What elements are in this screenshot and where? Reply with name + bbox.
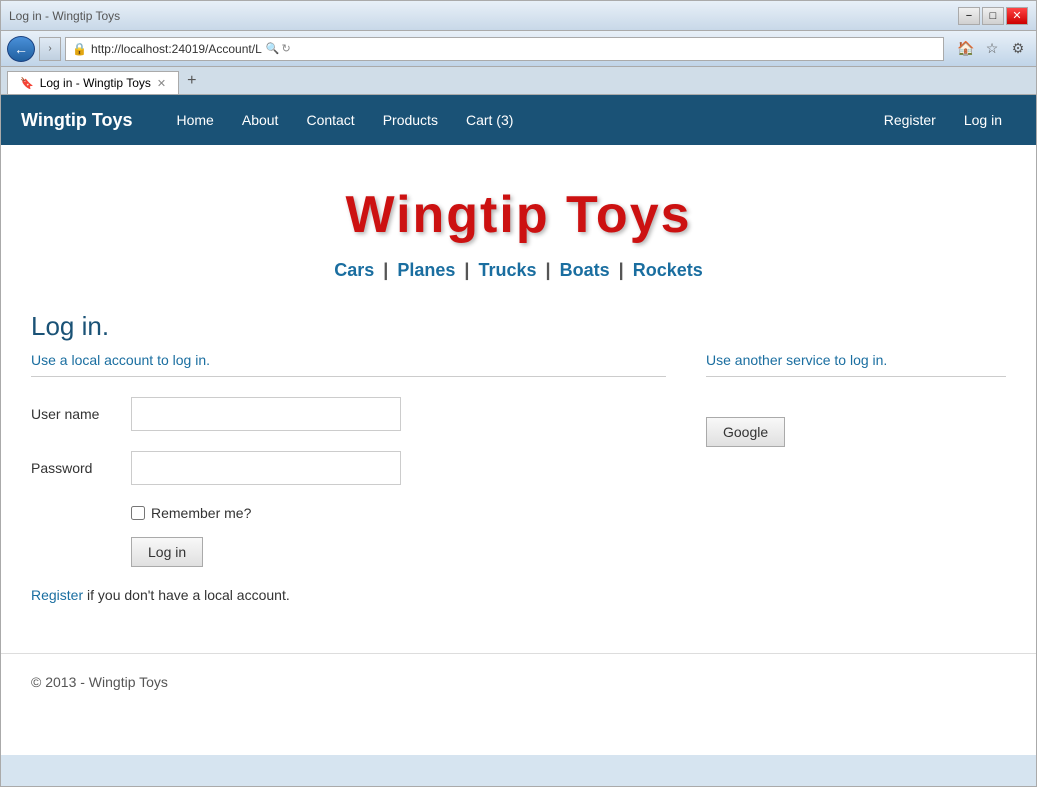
register-link[interactable]: Register [31, 587, 83, 603]
forward-button[interactable]: › [39, 37, 61, 61]
maximize-button[interactable]: □ [982, 7, 1004, 25]
window-title: Log in - Wingtip Toys [9, 9, 120, 23]
close-button[interactable]: ✕ [1006, 7, 1028, 25]
nav-register[interactable]: Register [870, 97, 950, 143]
back-button[interactable]: ← [7, 36, 35, 62]
title-bar: Log in - Wingtip Toys − □ ✕ [1, 1, 1036, 31]
sep-4: | [619, 260, 624, 280]
nav-products[interactable]: Products [369, 97, 452, 143]
settings-icon[interactable]: ⚙ [1006, 37, 1030, 61]
google-button[interactable]: Google [706, 417, 785, 447]
refresh-icon[interactable]: ↻ [281, 42, 290, 55]
remember-checkbox[interactable] [131, 506, 145, 520]
nav-contact[interactable]: Contact [292, 97, 368, 143]
nav-login[interactable]: Log in [950, 97, 1016, 143]
home-icon[interactable]: 🏠 [954, 37, 978, 61]
hero-title: Wingtip Toys [31, 185, 1006, 245]
category-trucks[interactable]: Trucks [478, 260, 536, 280]
search-icon: 🔍 [266, 42, 280, 55]
category-boats[interactable]: Boats [560, 260, 610, 280]
tab-close-button[interactable]: ✕ [157, 77, 166, 90]
register-row: Register if you don't have a local accou… [31, 587, 666, 603]
login-button[interactable]: Log in [131, 537, 203, 567]
external-login-section: Use another service to log in. Google [706, 352, 1006, 603]
site-nav: Wingtip Toys Home About Contact Products… [1, 95, 1036, 145]
service-divider [706, 376, 1006, 377]
site-brand[interactable]: Wingtip Toys [21, 110, 133, 131]
service-label: Use another service to log in. [706, 352, 1006, 368]
password-input[interactable] [131, 451, 401, 485]
tab-bar: 🔖 Log in - Wingtip Toys ✕ + [1, 67, 1036, 95]
page-content: Wingtip Toys Home About Contact Products… [1, 95, 1036, 755]
page-heading: Log in. [31, 311, 1006, 342]
tab-title: Log in - Wingtip Toys [40, 76, 151, 90]
local-divider [31, 376, 666, 377]
register-text: if you don't have a local account. [87, 587, 290, 603]
category-planes[interactable]: Planes [397, 260, 455, 280]
nav-bar: ← › 🔒 http://localhost:24019/Account/L 🔍… [1, 31, 1036, 67]
active-tab[interactable]: 🔖 Log in - Wingtip Toys ✕ [7, 71, 179, 94]
nav-about[interactable]: About [228, 97, 293, 143]
sep-2: | [464, 260, 469, 280]
minimize-button[interactable]: − [958, 7, 980, 25]
category-rockets[interactable]: Rockets [633, 260, 703, 280]
form-section: Use a local account to log in. User name… [31, 352, 1006, 603]
category-links: Cars | Planes | Trucks | Boats | Rockets [31, 260, 1006, 281]
new-tab-button[interactable]: + [179, 68, 204, 94]
tab-favicon: 🔖 [20, 77, 34, 90]
local-login-section: Use a local account to log in. User name… [31, 352, 666, 603]
footer-text: © 2013 - Wingtip Toys [31, 674, 168, 690]
sep-1: | [383, 260, 388, 280]
username-group: User name [31, 397, 666, 431]
local-label: Use a local account to log in. [31, 352, 666, 368]
nav-home[interactable]: Home [163, 97, 228, 143]
nav-cart[interactable]: Cart (3) [452, 97, 527, 143]
address-bar[interactable]: 🔒 http://localhost:24019/Account/L 🔍 ↻ [65, 37, 944, 61]
page-body: Wingtip Toys Cars | Planes | Trucks | Bo… [1, 145, 1036, 623]
nav-right: Register Log in [870, 97, 1016, 143]
nav-links: Home About Contact Products Cart (3) [163, 97, 870, 143]
password-label: Password [31, 460, 131, 476]
star-icon[interactable]: ☆ [980, 37, 1004, 61]
username-input[interactable] [131, 397, 401, 431]
remember-row: Remember me? [131, 505, 666, 521]
username-label: User name [31, 406, 131, 422]
address-text: http://localhost:24019/Account/L [91, 42, 262, 56]
category-cars[interactable]: Cars [334, 260, 374, 280]
remember-label: Remember me? [151, 505, 251, 521]
address-icon: 🔒 [72, 42, 87, 56]
sep-3: | [546, 260, 551, 280]
password-group: Password [31, 451, 666, 485]
page-footer: © 2013 - Wingtip Toys [1, 653, 1036, 710]
